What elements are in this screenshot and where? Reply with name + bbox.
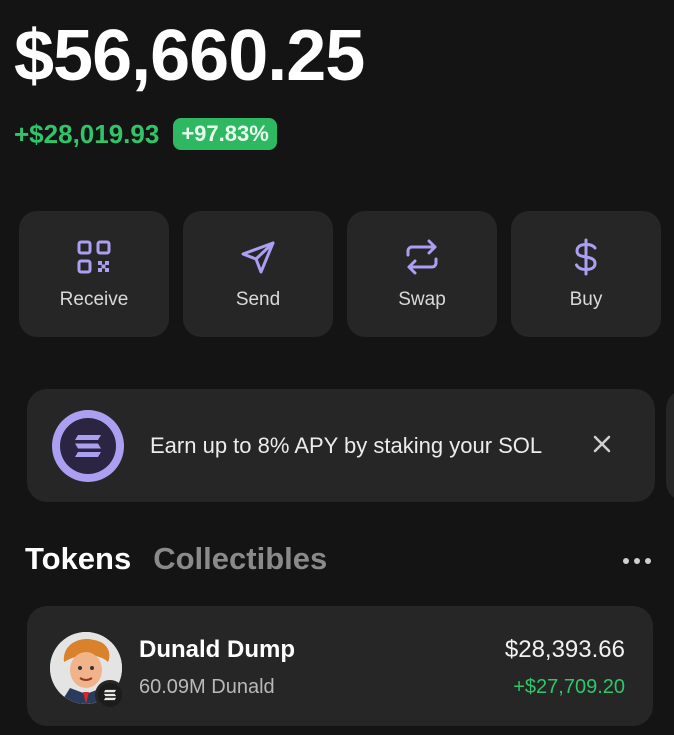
- token-change: +$27,709.20: [513, 676, 625, 698]
- balance-change-amount: +$28,019.93: [14, 118, 160, 149]
- send-button[interactable]: Send: [183, 211, 333, 337]
- token-name: Dunald Dump: [139, 636, 295, 663]
- token-value: $28,393.66: [504, 636, 625, 663]
- buy-button[interactable]: Buy: [511, 211, 661, 337]
- action-buttons: Receive Send Swap Buy: [19, 211, 661, 337]
- tab-collectibles[interactable]: Collectibles: [153, 541, 327, 577]
- next-banner-card-edge[interactable]: [666, 389, 674, 502]
- staking-banner[interactable]: Earn up to 8% APY by staking your SOL: [27, 389, 655, 502]
- send-label: Send: [235, 289, 281, 310]
- dollar-icon: [575, 238, 597, 276]
- close-icon[interactable]: [589, 431, 615, 457]
- staking-banner-text: Earn up to 8% APY by staking your SOL: [150, 432, 543, 458]
- balance-change-row: +$28,019.93 +97.83%: [14, 118, 277, 150]
- swap-button[interactable]: Swap: [347, 211, 497, 337]
- receive-label: Receive: [59, 289, 129, 310]
- token-row[interactable]: Dunald Dump 60.09M Dunald $28,393.66 +$2…: [27, 606, 653, 726]
- wallet-screen: $56,660.25 +$28,019.93 +97.83% Receive S…: [0, 0, 674, 735]
- tab-tokens[interactable]: Tokens: [25, 541, 131, 577]
- solana-logo-icon: [52, 409, 124, 482]
- send-arrow-icon: [241, 241, 275, 274]
- swap-arrows-icon: [406, 239, 438, 275]
- swap-label: Swap: [398, 289, 446, 310]
- token-quantity: 60.09M Dunald: [139, 676, 275, 698]
- total-balance: $56,660.25: [14, 16, 365, 96]
- balance-change-percent-badge: +97.83%: [173, 118, 277, 150]
- qr-code-icon: [77, 240, 111, 274]
- receive-button[interactable]: Receive: [19, 211, 169, 337]
- asset-tabs: Tokens Collectibles: [25, 541, 327, 577]
- more-horizontal-icon[interactable]: [620, 553, 654, 569]
- solana-chain-icon: [95, 680, 125, 710]
- buy-label: Buy: [569, 289, 603, 310]
